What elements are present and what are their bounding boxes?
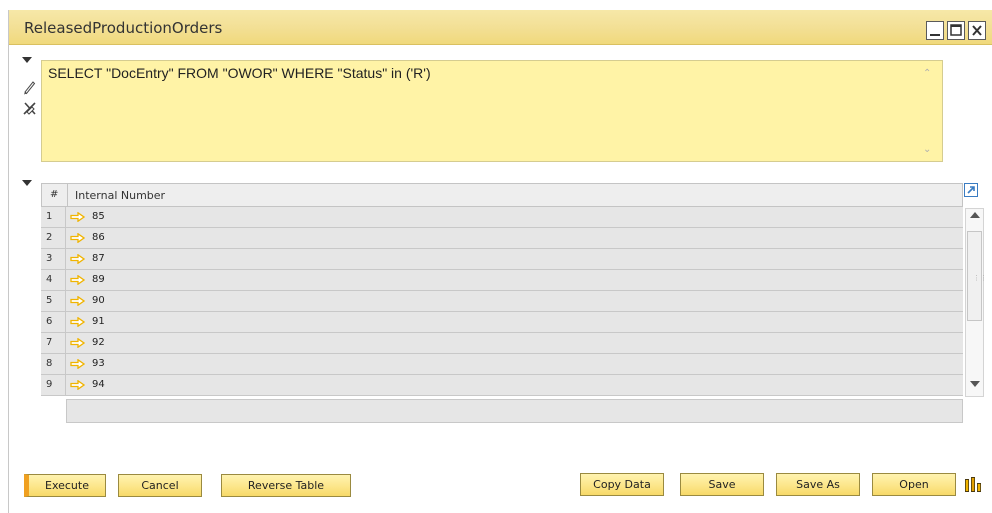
maximize-button[interactable] — [947, 21, 965, 40]
save-as-button[interactable]: Save As — [776, 473, 860, 496]
expand-icon[interactable] — [964, 183, 978, 197]
internal-number-cell: 90 — [92, 295, 105, 306]
internal-number-header[interactable]: Internal Number — [75, 189, 165, 202]
table-row[interactable]: 3 87 — [41, 249, 963, 270]
link-arrow-icon[interactable] — [70, 275, 85, 285]
table-row[interactable]: 6 91 — [41, 312, 963, 333]
grip-icon: ⋮⋮ — [973, 274, 987, 282]
chart-icon[interactable] — [964, 476, 982, 493]
execute-button[interactable]: Execute — [24, 474, 106, 497]
grid-collapse-toggle[interactable] — [22, 180, 32, 186]
copy-data-button[interactable]: Copy Data — [580, 473, 664, 496]
link-arrow-icon[interactable] — [70, 233, 85, 243]
row-number: 8 — [41, 354, 66, 374]
row-number: 4 — [41, 270, 66, 290]
row-number: 1 — [41, 207, 66, 227]
query-window: ReleasedProductionOrders SELECT "DocEntr… — [0, 0, 992, 513]
internal-number-cell: 89 — [92, 274, 105, 285]
grid-vertical-scrollbar[interactable]: ⋮⋮ — [965, 208, 987, 397]
grid-header: # Internal Number — [41, 183, 963, 208]
close-icon — [972, 25, 982, 36]
internal-number-cell: 94 — [92, 379, 105, 390]
minimize-icon — [930, 34, 940, 36]
grid-empty-area — [66, 399, 963, 423]
save-button[interactable]: Save — [680, 473, 764, 496]
eraser-icon[interactable] — [22, 100, 38, 116]
internal-number-cell: 91 — [92, 316, 105, 327]
scroll-down-icon[interactable] — [970, 381, 980, 387]
window-title: ReleasedProductionOrders — [24, 19, 223, 37]
scroll-thumb[interactable]: ⋮⋮ — [967, 231, 987, 321]
internal-number-cell: 92 — [92, 337, 105, 348]
maximize-icon — [950, 24, 962, 36]
row-number: 7 — [41, 333, 66, 353]
row-number: 3 — [41, 249, 66, 269]
table-row[interactable]: 7 92 — [41, 333, 963, 354]
query-text[interactable]: SELECT "DocEntry" FROM "OWOR" WHERE "Sta… — [48, 65, 431, 81]
internal-number-cell: 85 — [92, 211, 105, 222]
internal-number-cell: 93 — [92, 358, 105, 369]
window-border — [8, 10, 9, 513]
query-scroll-up-icon[interactable]: ⌃ — [923, 68, 931, 79]
link-arrow-icon[interactable] — [70, 296, 85, 306]
table-row[interactable]: 9 94 — [41, 375, 963, 396]
row-number: 6 — [41, 312, 66, 332]
row-number-header: # — [50, 189, 59, 200]
query-collapse-toggle[interactable] — [22, 57, 32, 63]
table-row[interactable]: 4 89 — [41, 270, 963, 291]
minimize-button[interactable] — [926, 21, 944, 40]
link-arrow-icon[interactable] — [70, 359, 85, 369]
open-button[interactable]: Open — [872, 473, 956, 496]
table-row[interactable]: 2 86 — [41, 228, 963, 249]
reverse-table-button[interactable]: Reverse Table — [221, 474, 351, 497]
cancel-button[interactable]: Cancel — [118, 474, 202, 497]
link-arrow-icon[interactable] — [70, 254, 85, 264]
internal-number-cell: 86 — [92, 232, 105, 243]
column-separator — [67, 184, 68, 208]
scroll-up-icon[interactable] — [970, 212, 980, 218]
table-row[interactable]: 1 85 — [41, 207, 963, 228]
link-arrow-icon[interactable] — [70, 338, 85, 348]
close-button[interactable] — [968, 21, 986, 40]
link-arrow-icon[interactable] — [70, 212, 85, 222]
row-number: 2 — [41, 228, 66, 248]
query-editor[interactable]: SELECT "DocEntry" FROM "OWOR" WHERE "Sta… — [41, 60, 943, 162]
pencil-icon[interactable] — [22, 79, 36, 95]
row-number: 9 — [41, 375, 66, 395]
link-arrow-icon[interactable] — [70, 317, 85, 327]
table-row[interactable]: 5 90 — [41, 291, 963, 312]
row-number: 5 — [41, 291, 66, 311]
result-grid: # Internal Number 1 85 2 86 3 87 4 89 5 … — [41, 183, 963, 423]
link-arrow-icon[interactable] — [70, 380, 85, 390]
internal-number-cell: 87 — [92, 253, 105, 264]
table-row[interactable]: 8 93 — [41, 354, 963, 375]
query-scroll-down-icon[interactable]: ⌄ — [923, 144, 931, 155]
title-bar[interactable]: ReleasedProductionOrders — [9, 10, 992, 45]
